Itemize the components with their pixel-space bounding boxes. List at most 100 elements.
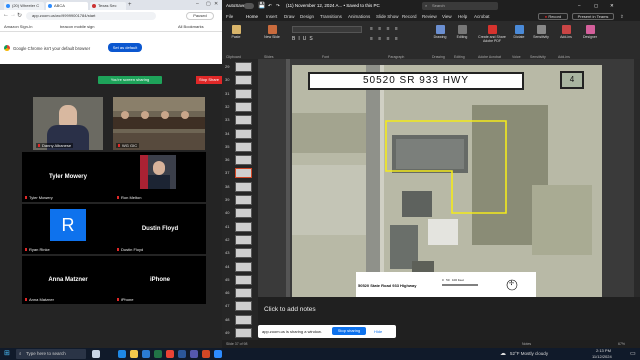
- browser-tab[interactable]: (20) Wheeler C: [4, 2, 44, 10]
- present-in-teams-button[interactable]: Present in Teams: [572, 13, 614, 20]
- slide-thumbnail[interactable]: 48: [222, 314, 258, 327]
- redo-icon[interactable]: ↷: [276, 0, 280, 12]
- tab-slide-show[interactable]: Slide Show: [376, 12, 399, 21]
- paste-button[interactable]: Paste: [226, 25, 246, 39]
- undo-icon[interactable]: ↶: [268, 0, 272, 12]
- new-slide-button[interactable]: New Slide: [262, 25, 282, 39]
- dictate-button[interactable]: Dictate: [510, 25, 528, 39]
- paragraph-align-buttons[interactable]: ≡ ≡ ≡ ≡: [370, 36, 426, 43]
- font-family-select[interactable]: [292, 26, 362, 33]
- participant-tile[interactable]: Dustin Floyd Dustin Floyd: [114, 204, 206, 254]
- taskbar-search[interactable]: ⌕ Type here to search: [16, 349, 86, 359]
- url-input[interactable]: app.zoom.us/wc/99999001784/start: [26, 12, 156, 20]
- tab-file[interactable]: File: [226, 12, 233, 21]
- tab-animations[interactable]: Animations: [348, 12, 370, 21]
- slide-thumbnail[interactable]: 29: [222, 61, 258, 74]
- reload-icon[interactable]: ↻: [17, 12, 22, 19]
- task-view-icon[interactable]: [92, 350, 100, 358]
- slide-thumbnail[interactable]: 43: [222, 247, 258, 260]
- close-icon[interactable]: ✕: [610, 0, 614, 12]
- profile-paused-button[interactable]: Paused: [186, 12, 214, 20]
- slide-thumbnail[interactable]: 37: [222, 167, 258, 180]
- slide-thumbnail[interactable]: 49: [222, 327, 258, 340]
- tab-view[interactable]: View: [442, 12, 452, 21]
- video-tile[interactable]: WG GIC: [113, 97, 205, 150]
- clock-time[interactable]: 2:13 PM: [596, 348, 611, 353]
- clock-date[interactable]: 11/12/2024: [592, 354, 612, 359]
- tab-design[interactable]: Design: [300, 12, 314, 21]
- windows-start-icon[interactable]: ⊞: [4, 349, 10, 357]
- video-tile[interactable]: Danny Albanese: [33, 97, 103, 150]
- stop-share-button[interactable]: Stop Share: [196, 76, 222, 84]
- bookmark-item[interactable]: Amazon Sign-In: [4, 22, 32, 32]
- participant-tile[interactable]: Ron Melton: [114, 152, 206, 202]
- current-slide[interactable]: 50520 SR 933 HWY 4 50520 State Road 933 …: [292, 65, 602, 297]
- slide-thumbnail[interactable]: 42: [222, 234, 258, 247]
- record-button[interactable]: ● Record: [538, 13, 568, 20]
- forward-icon[interactable]: →: [10, 12, 16, 18]
- browser-tab-active[interactable]: ABCA: [46, 2, 88, 10]
- minimize-icon[interactable]: –: [196, 1, 199, 7]
- search-box[interactable]: ⌕ Search: [422, 2, 498, 10]
- tab-draw[interactable]: Draw: [284, 12, 295, 21]
- slide-thumbnail[interactable]: 45: [222, 274, 258, 287]
- participant-tile[interactable]: R Ryan Rinke: [22, 204, 114, 254]
- paragraph-list-buttons[interactable]: ≡ ≡ ≡ ≡: [370, 26, 426, 33]
- zoom-icon[interactable]: [214, 350, 222, 358]
- vertical-scrollbar[interactable]: [634, 59, 640, 297]
- edge-icon[interactable]: [118, 350, 126, 358]
- autosave-toggle[interactable]: [244, 3, 254, 9]
- share-icon[interactable]: ⇪: [620, 12, 624, 21]
- tab-record[interactable]: Record: [402, 12, 417, 21]
- notes-toggle[interactable]: Notes: [522, 340, 531, 348]
- excel-icon[interactable]: [154, 350, 162, 358]
- maximize-icon[interactable]: ▢: [594, 0, 598, 12]
- participant-tile[interactable]: Anna Matzner Anna Matzner: [22, 256, 114, 304]
- slide-thumbnail[interactable]: 44: [222, 261, 258, 274]
- maximize-icon[interactable]: ▢: [206, 1, 211, 7]
- slide-thumbnail[interactable]: 46: [222, 287, 258, 300]
- tab-review[interactable]: Review: [422, 12, 437, 21]
- new-tab-button[interactable]: +: [128, 2, 132, 8]
- powerpoint-icon[interactable]: [202, 350, 210, 358]
- tab-transitions[interactable]: Transitions: [320, 12, 342, 21]
- minimize-icon[interactable]: –: [578, 0, 581, 12]
- slide-thumbnail[interactable]: 39: [222, 194, 258, 207]
- font-format-buttons[interactable]: BIUS: [292, 36, 362, 43]
- designer-button[interactable]: Designer: [580, 25, 600, 39]
- tab-insert[interactable]: Insert: [266, 12, 277, 21]
- sensitivity-button[interactable]: Sensitivity: [530, 25, 552, 39]
- slide-thumbnail[interactable]: 40: [222, 207, 258, 220]
- notes-pane[interactable]: Click to add notes app.zoom.us is sharin…: [258, 297, 640, 340]
- close-icon[interactable]: ✕: [214, 1, 218, 7]
- browser-tab[interactable]: Texas Sec: [90, 2, 126, 10]
- participant-tile[interactable]: iPhone iPhone: [114, 256, 206, 304]
- slide-thumbnail[interactable]: 30: [222, 74, 258, 87]
- slide-pane-scrollbar[interactable]: [286, 59, 290, 297]
- slide-thumbnail[interactable]: 31: [222, 88, 258, 101]
- bookmark-item[interactable]: beacon mobile sign: [60, 22, 94, 32]
- slide-thumbnail[interactable]: 36: [222, 154, 258, 167]
- all-bookmarks[interactable]: All Bookmarks: [178, 22, 204, 32]
- slide-thumbnail[interactable]: 34: [222, 128, 258, 141]
- hide-button[interactable]: Hide: [374, 329, 382, 334]
- participant-tile[interactable]: Tyler Mowery Tyler Mowery: [22, 152, 114, 202]
- create-share-pdf-button[interactable]: Create and Share Adobe PDF: [476, 25, 508, 43]
- notifications-icon[interactable]: ▭: [630, 350, 636, 357]
- outlook-icon[interactable]: [142, 350, 150, 358]
- tab-acrobat[interactable]: Acrobat: [474, 12, 490, 21]
- save-icon[interactable]: 💾: [258, 0, 265, 12]
- slide-thumbnail[interactable]: 41: [222, 221, 258, 234]
- add-ins-button[interactable]: Add-ins: [556, 25, 576, 39]
- stop-sharing-button[interactable]: Stop sharing: [332, 327, 366, 335]
- teams-icon[interactable]: [190, 350, 198, 358]
- editing-button[interactable]: Editing: [452, 25, 472, 39]
- weather-text[interactable]: 52°F Mostly cloudy: [510, 351, 548, 356]
- slide-thumbnail[interactable]: 35: [222, 141, 258, 154]
- file-explorer-icon[interactable]: [130, 350, 138, 358]
- word-icon[interactable]: [178, 350, 186, 358]
- drawing-button[interactable]: Drawing: [430, 25, 450, 39]
- chrome-icon[interactable]: [166, 350, 174, 358]
- zoom-level[interactable]: 67%: [618, 340, 625, 348]
- set-default-button[interactable]: Set as default: [108, 43, 142, 52]
